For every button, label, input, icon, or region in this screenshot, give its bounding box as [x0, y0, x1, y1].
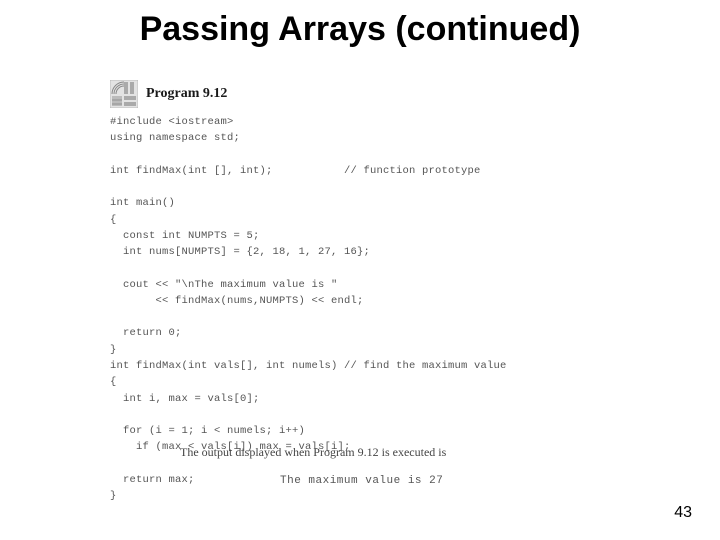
program-block: Program 9.12 #include <iostream> using n… [110, 80, 640, 504]
slide-title: Passing Arrays (continued) [0, 10, 720, 49]
program-icon [110, 80, 138, 108]
program-label: Program 9.12 [146, 86, 227, 102]
page-number: 43 [674, 504, 692, 522]
output-line: The maximum value is 27 [280, 475, 443, 487]
slide: Passing Arrays (continued) Progr [0, 0, 720, 540]
output-caption: The output displayed when Program 9.12 i… [180, 445, 446, 460]
program-header: Program 9.12 [110, 80, 640, 108]
